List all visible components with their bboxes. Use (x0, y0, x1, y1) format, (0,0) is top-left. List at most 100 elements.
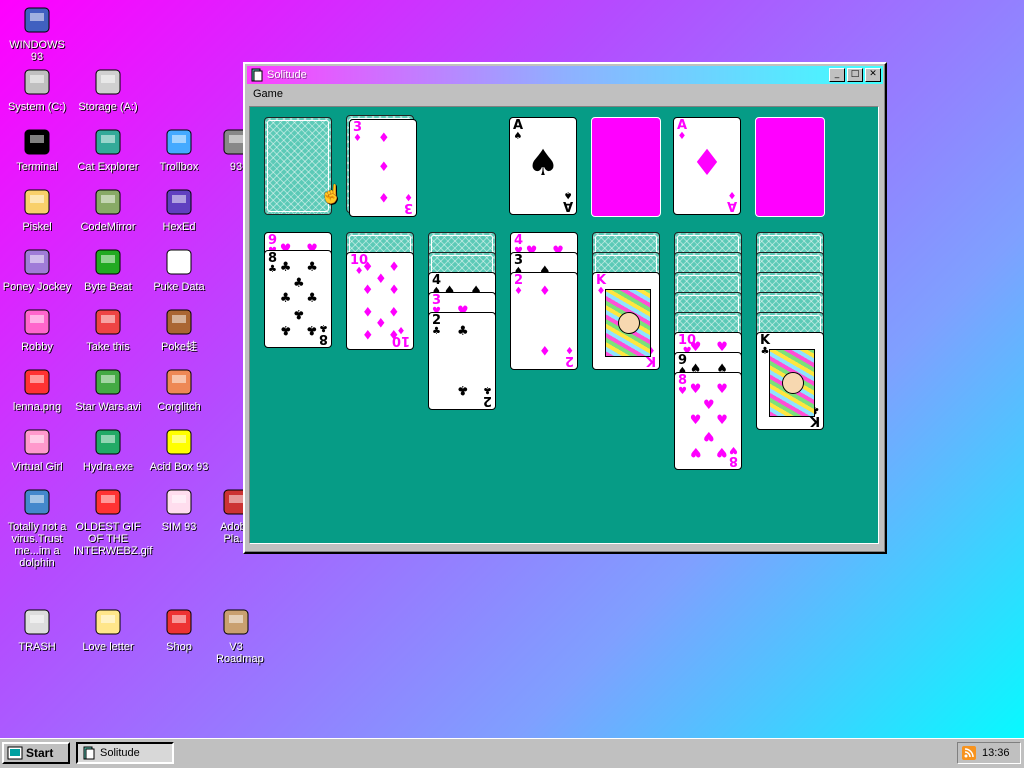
card-pip: ♦ (378, 160, 390, 175)
pokemon-icon (163, 306, 195, 338)
desktop-icon-19[interactable]: Virtual Girl (2, 426, 72, 473)
close-button[interactable]: ✕ (865, 68, 881, 82)
desktop-icon-9[interactable]: HexEd (144, 186, 214, 233)
taskbar-item-solitude[interactable]: Solitude (76, 742, 174, 764)
desktop-icon-label: Puke Data (153, 281, 205, 293)
desktop-icon-label: Hydra.exe (82, 461, 134, 473)
desktop-icon-label: TRASH (18, 641, 56, 653)
card-pip: ♦ (378, 188, 390, 204)
desktop-icon-29[interactable]: V3 Roadmap (216, 606, 264, 665)
card-pip: ♦ (375, 314, 387, 330)
desktop-icon-3[interactable]: Terminal (2, 126, 72, 173)
card-pip: ♦ (361, 283, 374, 299)
card-pip: ♥ (716, 443, 728, 459)
foundation-2[interactable]: A ♦ A ♦ ♦ (673, 117, 741, 215)
desktop-icon-2[interactable]: Storage (A:) (73, 66, 143, 113)
tableau-4-card[interactable]: K♦K♦ (592, 272, 660, 370)
solitude-window[interactable]: Solitude _ □ ✕ Game 3♦3♦♦♦♦A♠A♠♠A♦A♦♦9♥9… (243, 62, 887, 554)
cube-icon (163, 186, 195, 218)
desktop-icon-12[interactable]: Puke Data (144, 246, 214, 293)
desktop-icon-27[interactable]: Love letter (73, 606, 143, 653)
card-index: 8 ♥ (678, 373, 688, 397)
tableau-5-card[interactable]: 8 ♥ 8 ♥ ♥ ♥ ♥ ♥ ♥ ♥ ♥ ♥ (674, 372, 742, 470)
desktop-icon-1[interactable]: System (C:) (2, 66, 72, 113)
desktop-icon-label: Corglitch (157, 401, 201, 413)
desktop-icon-11[interactable]: Byte Beat (73, 246, 143, 293)
pixel-guy-icon (92, 306, 124, 338)
floppy-drive-icon (92, 66, 124, 98)
desktop-icon-21[interactable]: Acid Box 93 (144, 426, 214, 473)
card-index: 2 ♦ (564, 344, 574, 368)
taskbar: Start Solitude 13:36 (0, 738, 1024, 768)
cat-globe-icon (92, 126, 124, 158)
rss-feed-icon[interactable] (962, 746, 976, 760)
card-pip: ♦ (378, 131, 390, 147)
start-label: Start (26, 746, 54, 760)
desktop-icon-7[interactable]: Piskel (2, 186, 72, 233)
desktop-icon-label: HexEd (162, 221, 196, 233)
tableau-6-card[interactable]: K♣K♣ (756, 332, 824, 430)
desktop-icon-22[interactable]: Totally not a virus.Trust me...im a dolp… (2, 486, 72, 569)
card-pip: ♣ (457, 381, 469, 397)
desktop-icon-label: Love letter (82, 641, 134, 653)
desktop-icon-0[interactable]: WINDOWS 93 (2, 4, 72, 63)
tableau-1-card[interactable]: 10 ♦ 10 ♦ ♦ ♦ ♦ ♦ ♦ ♦ ♦ ♦ ♦ ♦ (346, 252, 414, 350)
desktop-icon-18[interactable]: Corglitch (144, 366, 214, 413)
card-pip: ♦ (375, 271, 387, 287)
desktop-icon-14[interactable]: Take this (73, 306, 143, 353)
pd-icon (163, 246, 195, 278)
desktop-icon-24[interactable]: SIM 93 (144, 486, 214, 533)
face-icon (21, 426, 53, 458)
desktop-icon-23[interactable]: OLDEST GIF OF THE INTERWEBZ.gif (73, 486, 152, 557)
corgi-icon (163, 366, 195, 398)
game-table[interactable]: 3♦3♦♦♦♦A♠A♠♠A♦A♦♦9♥9♥♥♥♥♥♥♥♥♥♥8♣8♣♣♣♣♣♣♣… (249, 106, 879, 544)
waste-pile[interactable]: 3 ♦ 3 ♦ ♦ ♦ ♦ (349, 119, 417, 217)
desktop-icon-8[interactable]: CodeMirror (73, 186, 143, 233)
taskbar-item-label: Solitude (100, 747, 140, 759)
desktop-icon-label: lenna.png (12, 401, 62, 413)
desktop-icon-5[interactable]: Trollbox (144, 126, 214, 173)
title-bar[interactable]: Solitude _ □ ✕ (247, 66, 883, 84)
card-pip: ♣ (293, 306, 305, 322)
desktop-icon-15[interactable]: Poke蛙 (144, 306, 214, 353)
card-index: 8 ♣ (318, 322, 328, 346)
menu-game[interactable]: Game (247, 88, 289, 100)
foundation-slot-3[interactable] (755, 117, 825, 217)
desktop-icon-17[interactable]: Star Wars.avi (73, 366, 143, 413)
desktop-icon-label: Star Wars.avi (75, 401, 141, 413)
foundation-slot-1[interactable] (591, 117, 661, 217)
desktop-icon-label: SIM 93 (161, 521, 197, 533)
desktop-icon-16[interactable]: lenna.png (2, 366, 72, 413)
desktop-icon-4[interactable]: Cat Explorer (73, 126, 143, 173)
desktop-icon-26[interactable]: TRASH (2, 606, 72, 653)
card-pip: ♦ (361, 302, 374, 318)
minimize-button[interactable]: _ (829, 68, 845, 82)
foundation-0[interactable]: A ♠ A ♠ ♠ (509, 117, 577, 215)
card-pip: ♣ (306, 260, 318, 276)
clock: 13:36 (982, 747, 1010, 759)
start-button[interactable]: Start (2, 742, 70, 764)
desktop-icon-28[interactable]: Shop (144, 606, 214, 653)
tableau-3-card[interactable]: 2 ♦ 2 ♦ ♦ ♦ (510, 272, 578, 370)
desktop-icon-label: Acid Box 93 (149, 461, 209, 473)
smiley-icon (163, 426, 195, 458)
tableau-0-card[interactable]: 8 ♣ 8 ♣ ♣ ♣ ♣ ♣ ♣ ♣ ♣ ♣ (264, 250, 332, 348)
desktop-icon-label: Poke蛙 (160, 341, 198, 353)
tableau-2-card[interactable]: 2 ♣ 2 ♣ ♣ ♣ (428, 312, 496, 410)
card-index: A ♠ (562, 189, 573, 213)
computer-icon (21, 4, 53, 36)
codemirror-icon (92, 186, 124, 218)
desktop-icon-label: System (C:) (7, 101, 67, 113)
maximize-button[interactable]: □ (847, 68, 863, 82)
desktop-icon-10[interactable]: Poney Jockey (2, 246, 72, 293)
hydra-icon (92, 426, 124, 458)
card-pip: ♦ (690, 143, 724, 185)
desktop-icon-label: Storage (A:) (78, 101, 138, 113)
king-portrait (605, 289, 651, 357)
card-pip: ♦ (361, 260, 374, 276)
king-portrait (769, 349, 815, 417)
desktop-icon-20[interactable]: Hydra.exe (73, 426, 143, 473)
image-file-icon (21, 366, 53, 398)
desktop-icon-13[interactable]: Robby (2, 306, 72, 353)
solitaire-app-icon (83, 746, 95, 760)
